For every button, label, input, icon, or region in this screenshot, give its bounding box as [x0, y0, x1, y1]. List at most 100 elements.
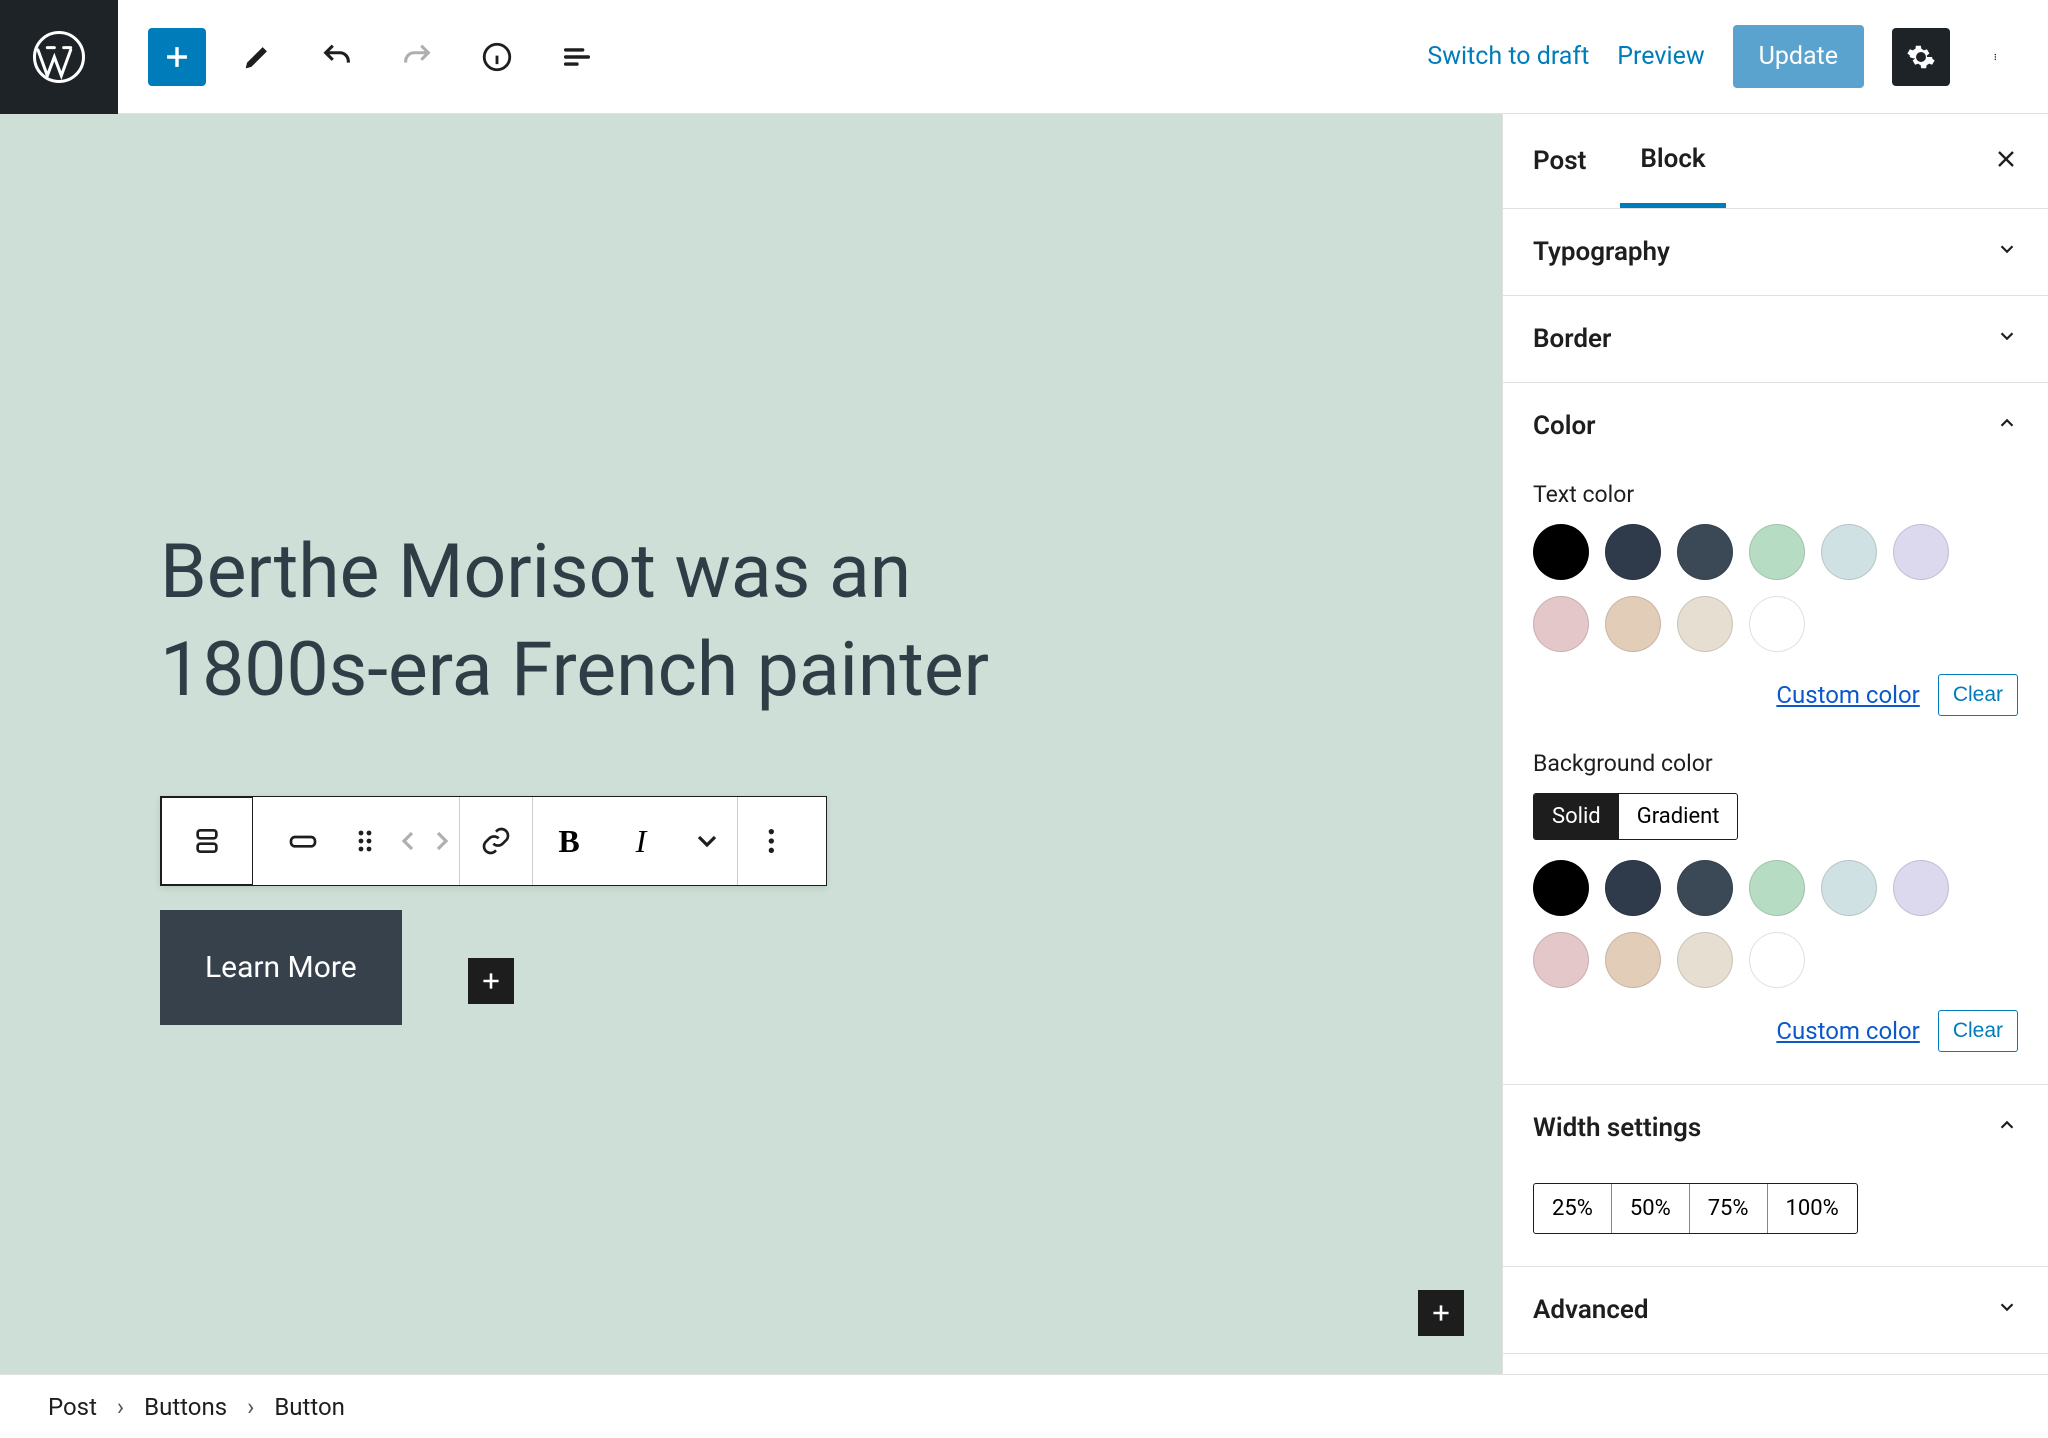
bold-button[interactable]: B: [533, 797, 605, 885]
block-breadcrumb: Post › Buttons › Button: [0, 1374, 2048, 1438]
color-swatch[interactable]: [1677, 860, 1733, 916]
color-swatch[interactable]: [1821, 524, 1877, 580]
post-heading[interactable]: Berthe Morisot was an 1800s-era French p…: [160, 524, 1060, 719]
drag-handle[interactable]: [339, 797, 391, 885]
tab-post[interactable]: Post: [1533, 114, 1620, 208]
tab-block[interactable]: Block: [1620, 114, 1725, 208]
width-options: 25%50%75%100%: [1533, 1183, 1858, 1234]
panel-typography-toggle[interactable]: Typography: [1503, 209, 2048, 295]
move-right-button[interactable]: [425, 797, 459, 885]
panel-border-toggle[interactable]: Border: [1503, 296, 2048, 382]
color-swatch[interactable]: [1605, 932, 1661, 988]
outline-button[interactable]: [548, 28, 606, 86]
more-options-button[interactable]: [1978, 28, 2018, 86]
redo-button[interactable]: [388, 28, 446, 86]
wordpress-icon: [31, 29, 87, 85]
close-sidebar-button[interactable]: [1994, 144, 2018, 179]
chevron-down-icon: [1996, 237, 2018, 267]
panel-advanced: Advanced: [1503, 1267, 2048, 1354]
info-icon: [480, 40, 514, 74]
info-button[interactable]: [468, 28, 526, 86]
bg-tab-solid[interactable]: Solid: [1534, 794, 1619, 839]
text-color-swatches: [1533, 524, 2018, 652]
edit-tool-button[interactable]: [228, 28, 286, 86]
add-button-after[interactable]: [468, 958, 514, 1004]
switch-to-draft-button[interactable]: Switch to draft: [1427, 42, 1589, 71]
gear-icon: [1906, 42, 1936, 72]
custom-bg-color-link[interactable]: Custom color: [1776, 1017, 1919, 1045]
change-alignment-button[interactable]: [267, 797, 339, 885]
pencil-icon: [240, 40, 274, 74]
chevron-down-icon: [1996, 324, 2018, 354]
color-swatch[interactable]: [1749, 524, 1805, 580]
kebab-icon: [766, 825, 798, 857]
close-icon: [1994, 147, 2018, 171]
italic-button[interactable]: I: [605, 797, 677, 885]
color-swatch[interactable]: [1749, 932, 1805, 988]
breadcrumb-item[interactable]: Button: [274, 1393, 345, 1421]
color-swatch[interactable]: [1533, 596, 1589, 652]
text-color-label: Text color: [1533, 481, 2018, 508]
color-swatch[interactable]: [1533, 932, 1589, 988]
custom-text-color-link[interactable]: Custom color: [1776, 681, 1919, 709]
clear-text-color-button[interactable]: Clear: [1938, 674, 2018, 716]
toolbar-right: Switch to draft Preview Update: [1427, 25, 2048, 88]
breadcrumb-item[interactable]: Post: [48, 1393, 97, 1421]
add-block-button[interactable]: [148, 28, 206, 86]
preview-button[interactable]: Preview: [1617, 42, 1704, 71]
kebab-icon: [1994, 42, 2002, 72]
color-swatch[interactable]: [1677, 596, 1733, 652]
redo-icon: [400, 40, 434, 74]
settings-button[interactable]: [1892, 28, 1950, 86]
breadcrumb-item[interactable]: Buttons: [144, 1393, 227, 1421]
panel-typography: Typography: [1503, 209, 2048, 296]
add-block-bottom[interactable]: [1418, 1290, 1464, 1336]
panel-label: Advanced: [1533, 1295, 1649, 1325]
chevron-down-icon: [691, 825, 723, 857]
block-type-button[interactable]: [162, 797, 252, 885]
color-swatch[interactable]: [1605, 524, 1661, 580]
color-swatch[interactable]: [1749, 596, 1805, 652]
plus-icon: [1428, 1300, 1454, 1326]
link-button[interactable]: [460, 797, 532, 885]
wordpress-logo[interactable]: [0, 0, 118, 114]
sidebar-tabs: Post Block: [1503, 114, 2048, 209]
clear-bg-color-button[interactable]: Clear: [1938, 1010, 2018, 1052]
move-left-button[interactable]: [391, 797, 425, 885]
color-swatch[interactable]: [1677, 524, 1733, 580]
background-color-swatches: [1533, 860, 2018, 988]
width-option[interactable]: 100%: [1768, 1184, 1857, 1233]
panel-label: Typography: [1533, 237, 1670, 267]
color-swatch[interactable]: [1893, 524, 1949, 580]
panel-advanced-toggle[interactable]: Advanced: [1503, 1267, 2048, 1353]
bg-tab-gradient[interactable]: Gradient: [1619, 794, 1738, 839]
list-icon: [560, 40, 594, 74]
color-swatch[interactable]: [1605, 596, 1661, 652]
width-option[interactable]: 50%: [1612, 1184, 1690, 1233]
undo-button[interactable]: [308, 28, 366, 86]
more-formatting-button[interactable]: [677, 797, 737, 885]
chevron-up-icon: [1996, 1113, 2018, 1143]
width-option[interactable]: 25%: [1534, 1184, 1612, 1233]
color-swatch[interactable]: [1533, 524, 1589, 580]
color-swatch[interactable]: [1893, 860, 1949, 916]
color-swatch[interactable]: [1677, 932, 1733, 988]
color-swatch[interactable]: [1605, 860, 1661, 916]
background-type-tabs: Solid Gradient: [1533, 793, 1738, 840]
panel-color: Color Text color Custom color Clear Back…: [1503, 383, 2048, 1085]
update-button[interactable]: Update: [1733, 25, 1864, 88]
color-swatch[interactable]: [1533, 860, 1589, 916]
editor-canvas[interactable]: Berthe Morisot was an 1800s-era French p…: [0, 114, 1502, 1374]
learn-more-button[interactable]: Learn More: [160, 910, 402, 1025]
panel-width-toggle[interactable]: Width settings: [1503, 1085, 2048, 1171]
panel-border: Border: [1503, 296, 2048, 383]
width-option[interactable]: 75%: [1690, 1184, 1768, 1233]
block-more-button[interactable]: [738, 797, 826, 885]
panel-width-settings: Width settings 25%50%75%100%: [1503, 1085, 2048, 1267]
panel-label: Width settings: [1533, 1113, 1701, 1143]
color-swatch[interactable]: [1821, 860, 1877, 916]
undo-icon: [320, 40, 354, 74]
settings-sidebar: Post Block Typography Border Color: [1502, 114, 2048, 1374]
panel-color-toggle[interactable]: Color: [1503, 383, 2048, 469]
color-swatch[interactable]: [1749, 860, 1805, 916]
